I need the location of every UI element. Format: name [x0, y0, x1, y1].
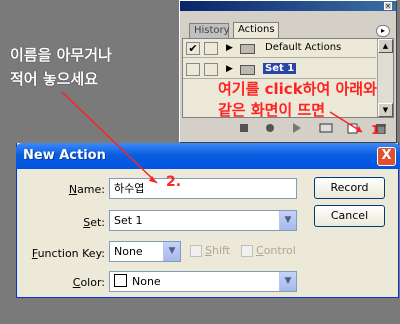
- color-swatch-icon: [114, 274, 127, 287]
- chevron-down-icon[interactable]: ▼: [279, 211, 296, 230]
- dialog-title-bar: New Action X: [16, 143, 400, 169]
- color-label: Color:: [37, 276, 105, 289]
- note-line: 이름을 아무거나: [10, 46, 112, 64]
- dialog-toggle-box[interactable]: [204, 63, 218, 76]
- note-line: 여기를 click하여 아래와: [218, 80, 377, 98]
- action-set-row-default[interactable]: ✔ ▶ Default Actions: [183, 39, 376, 58]
- set-label: Set:: [37, 216, 105, 229]
- label-text: olor:: [80, 276, 105, 289]
- mnemonic: S: [205, 244, 212, 257]
- control-checkbox[interactable]: [241, 245, 253, 257]
- tab-history[interactable]: History: [189, 23, 230, 39]
- panel-title-bar: [180, 1, 396, 11]
- name-label: Name:: [37, 183, 105, 196]
- expand-triangle-icon[interactable]: ▶: [226, 43, 233, 53]
- function-key-label: Function Key:: [19, 247, 105, 260]
- label-text: hift: [211, 244, 231, 257]
- label-text: et:: [90, 216, 105, 229]
- label-text: unction Key:: [37, 247, 105, 260]
- panel-menu-icon[interactable]: ▸: [376, 25, 390, 37]
- record-icon[interactable]: [265, 123, 275, 134]
- mnemonic: C: [256, 244, 264, 257]
- label-text: ame:: [77, 183, 105, 196]
- new-action-dialog: New Action X Name: 하수엽 Set: Set 1 ▼ Funct…: [16, 143, 400, 298]
- folder-icon: [240, 65, 255, 75]
- color-value: None: [132, 275, 161, 288]
- instruction-note-click: 여기를 click하여 아래와 같은 화면이 뜨면: [218, 79, 377, 121]
- shift-checkbox[interactable]: [190, 245, 202, 257]
- toggle-check-icon[interactable]: ✔: [186, 42, 200, 55]
- tab-actions[interactable]: Actions: [233, 22, 279, 39]
- panel-close-icon[interactable]: ×: [384, 2, 392, 10]
- function-key-value: None: [114, 245, 143, 258]
- set-value: Set 1: [114, 214, 143, 227]
- step-marker-2: 2.: [166, 174, 182, 190]
- folder-icon: [240, 44, 255, 54]
- action-set-label: Set 1: [263, 63, 297, 74]
- instruction-note-name: 이름을 아무거나 적어 놓으세요: [10, 43, 112, 91]
- color-select[interactable]: None ▼: [109, 271, 297, 292]
- scroll-up-icon[interactable]: ▲: [378, 39, 393, 53]
- shift-label: Shift: [205, 244, 230, 257]
- new-action-icon[interactable]: [347, 123, 359, 134]
- expand-triangle-icon[interactable]: ▶: [226, 64, 233, 74]
- note-line: 같은 화면이 뜨면: [218, 101, 326, 119]
- scroll-down-icon[interactable]: ▼: [378, 103, 393, 117]
- chevron-down-icon[interactable]: ▼: [163, 242, 180, 261]
- record-button[interactable]: Record: [314, 177, 385, 199]
- close-button[interactable]: X: [377, 147, 396, 166]
- name-value: 하수엽: [114, 182, 145, 195]
- new-set-icon[interactable]: [319, 123, 333, 134]
- set-select[interactable]: Set 1 ▼: [109, 210, 297, 231]
- note-line: 적어 놓으세요: [10, 70, 99, 88]
- dialog-title: New Action: [23, 148, 106, 163]
- step-marker-1: 1: [371, 123, 380, 137]
- function-key-select[interactable]: None ▼: [109, 241, 181, 262]
- name-field[interactable]: 하수엽: [109, 178, 297, 199]
- action-set-label: Default Actions: [265, 42, 342, 53]
- control-label: Control: [256, 244, 296, 257]
- mnemonic: N: [68, 183, 78, 196]
- label-text: ontrol: [263, 244, 296, 257]
- dialog-toggle-box[interactable]: [204, 42, 218, 55]
- toggle-check-box[interactable]: [186, 63, 200, 76]
- actions-panel: × History Actions ▸ ✔ ▶ Default Actions …: [179, 0, 397, 143]
- actions-toolbar: [182, 120, 394, 140]
- play-icon[interactable]: [292, 123, 302, 134]
- chevron-down-icon[interactable]: ▼: [279, 272, 296, 291]
- action-set-row-set1[interactable]: ▶ Set 1: [183, 60, 376, 79]
- panel-scrollbar[interactable]: ▲ ▼: [377, 39, 393, 117]
- cancel-button[interactable]: Cancel: [314, 205, 385, 227]
- stop-icon[interactable]: [239, 123, 249, 134]
